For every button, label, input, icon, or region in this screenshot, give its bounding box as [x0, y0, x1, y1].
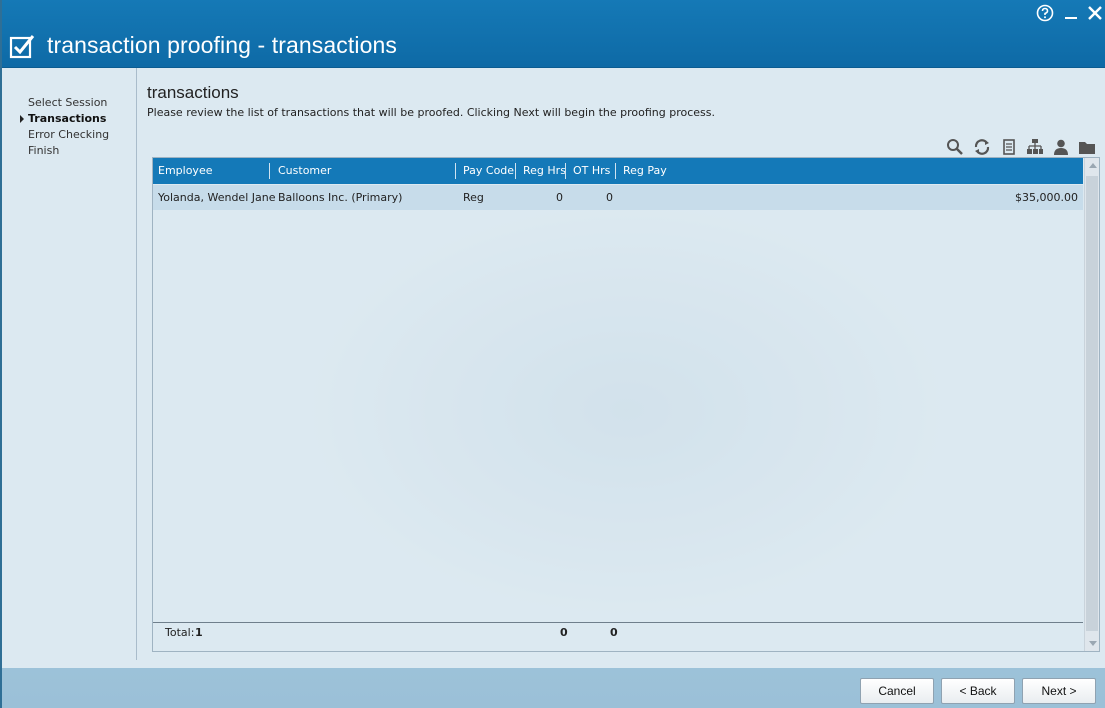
- table-row[interactable]: Yolanda, Wendel Jane Balloons Inc. (Prim…: [153, 185, 1083, 210]
- minimize-icon[interactable]: [1062, 4, 1080, 22]
- caret-right-icon: [20, 115, 24, 123]
- scroll-down-icon[interactable]: [1089, 641, 1097, 646]
- cell-reg-hrs: 0: [556, 191, 563, 204]
- page-heading: transactions: [147, 83, 239, 102]
- cell-reg-pay: $35,000.00: [1015, 191, 1078, 204]
- ot-hrs-total: 0: [610, 626, 618, 639]
- column-separator: [455, 163, 456, 179]
- grid-toolbar: [942, 138, 1102, 158]
- column-header-customer[interactable]: Customer: [273, 158, 453, 184]
- grid-vertical-scrollbar[interactable]: [1084, 158, 1099, 651]
- cell-ot-hrs: 0: [606, 191, 613, 204]
- nav-step-select-session[interactable]: Select Session: [28, 96, 107, 109]
- total-count: 1: [195, 626, 203, 639]
- nav-step-error-checking[interactable]: Error Checking: [28, 128, 109, 141]
- cell-employee: Yolanda, Wendel Jane: [158, 191, 276, 204]
- title-bar: transaction proofing - transactions: [2, 0, 1105, 68]
- folder-icon[interactable]: [1078, 138, 1096, 156]
- wizard-steps-nav: Select Session Transactions Error Checki…: [2, 68, 137, 660]
- scroll-up-icon[interactable]: [1089, 163, 1097, 168]
- back-button[interactable]: < Back: [941, 678, 1015, 704]
- column-separator: [565, 163, 566, 179]
- cell-customer: Balloons Inc. (Primary): [278, 191, 403, 204]
- column-separator: [269, 163, 270, 179]
- checkbox-checked-icon: [9, 35, 35, 59]
- page-description: Please review the list of transactions t…: [147, 106, 715, 119]
- nav-step-finish[interactable]: Finish: [28, 144, 59, 157]
- column-separator: [615, 163, 616, 179]
- org-chart-icon[interactable]: [1026, 138, 1044, 156]
- scroll-thumb[interactable]: [1086, 176, 1098, 631]
- grid-footer: Total: 1 0 0: [153, 623, 1083, 651]
- cell-pay-code: Reg: [463, 191, 484, 204]
- column-header-reg-hrs[interactable]: Reg Hrs: [518, 158, 566, 184]
- next-button[interactable]: Next >: [1022, 678, 1096, 704]
- column-header-ot-hrs[interactable]: OT Hrs: [568, 158, 613, 184]
- nav-step-transactions[interactable]: Transactions: [28, 112, 106, 125]
- search-icon[interactable]: [946, 138, 964, 156]
- person-icon[interactable]: [1052, 138, 1070, 156]
- help-icon[interactable]: [1036, 4, 1054, 22]
- column-header-pay-code[interactable]: Pay Code: [458, 158, 514, 184]
- cancel-button[interactable]: Cancel: [860, 678, 934, 704]
- report-icon[interactable]: [1000, 138, 1018, 156]
- wizard-button-bar: Cancel < Back Next >: [2, 668, 1105, 708]
- column-header-reg-pay[interactable]: Reg Pay: [618, 158, 698, 184]
- refresh-icon[interactable]: [973, 138, 991, 156]
- wizard-window: transaction proofing - transactions Sele…: [2, 0, 1105, 708]
- column-header-employee[interactable]: Employee: [153, 158, 268, 184]
- column-separator: [515, 163, 516, 179]
- reg-hrs-total: 0: [560, 626, 568, 639]
- total-label: Total:: [165, 626, 195, 639]
- close-icon[interactable]: [1086, 4, 1104, 22]
- window-title: transaction proofing - transactions: [47, 32, 397, 58]
- grid-header: Employee Customer Pay Code Reg Hrs OT Hr…: [153, 158, 1083, 184]
- transactions-grid: Employee Customer Pay Code Reg Hrs OT Hr…: [152, 157, 1100, 652]
